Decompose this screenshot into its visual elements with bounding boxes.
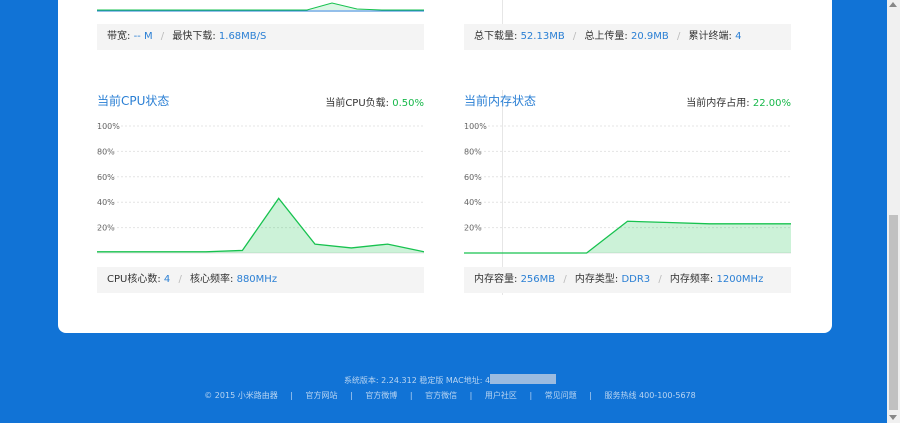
y-tick-label: 100%: [464, 122, 487, 131]
memory-usage-stat: 当前内存占用: 22.00%: [686, 94, 791, 109]
max-download-value: 1.68MB/S: [218, 31, 267, 42]
memory-chart: 100% 80% 60% 40% 20%: [464, 122, 791, 254]
scrollbar-thumb[interactable]: [889, 215, 898, 410]
y-tick-label: 60%: [464, 173, 482, 182]
separator: |: [589, 391, 592, 400]
series-area: [464, 221, 791, 253]
y-tick-label: 20%: [97, 224, 115, 233]
separator: |: [409, 391, 413, 400]
memory-panel-title: 当前内存状态: [464, 94, 537, 108]
separator: /: [160, 31, 165, 42]
bandwidth-value: -- M: [133, 31, 153, 42]
separator: |: [469, 391, 473, 400]
y-tick-label: 40%: [97, 198, 115, 207]
scroll-down-arrow-icon[interactable]: [889, 415, 897, 420]
cpu-load-label: 当前CPU负载:: [325, 98, 390, 109]
y-tick-label: 80%: [97, 147, 115, 156]
memory-info-bar: 内存容量: 256MB / 内存类型: DDR3 / 内存频率: 1200MHz: [464, 267, 791, 293]
cpu-load-stat: 当前CPU负载: 0.50%: [325, 94, 424, 109]
devices-value: 4: [735, 31, 742, 42]
cpu-cores-value: 4: [163, 274, 171, 285]
cpu-panel: 当前CPU状态 当前CPU负载: 0.50% 100% 80% 60% 40% 20% …: [97, 92, 424, 293]
link-official-weibo[interactable]: 官方微博: [365, 391, 397, 400]
y-tick-label: 20%: [464, 224, 482, 233]
separator: /: [658, 274, 662, 285]
y-tick-label: 40%: [464, 198, 482, 207]
bandwidth-label: 带宽:: [107, 31, 131, 42]
separator: |: [529, 391, 533, 400]
network-chart-remnant: [97, 2, 424, 12]
y-tick-label: 100%: [97, 122, 120, 131]
copyright: © 2015 小米路由器: [204, 391, 278, 400]
mac-redaction: [490, 374, 557, 384]
cpu-load-value: 0.50%: [392, 98, 424, 109]
separator: |: [350, 391, 353, 400]
separator: /: [563, 274, 567, 285]
separator: /: [178, 274, 182, 285]
total-upload-label: 总上传量:: [584, 31, 628, 42]
max-download-label: 最快下载:: [172, 31, 216, 42]
traffic-info-bar: 总下载量: 52.13MB / 总上传量: 20.9MB / 累计终端: 4: [464, 24, 791, 50]
cpu-freq-label: 核心频率:: [190, 274, 234, 285]
network-chart-line: [97, 2, 424, 11]
footer-system-info: 系统版本: 2.24.312 稳定版 MAC地址: 4: [0, 374, 900, 386]
separator: /: [572, 31, 577, 42]
scroll-up-arrow-icon[interactable]: [889, 2, 897, 7]
link-official-site[interactable]: 官方网站: [306, 391, 338, 400]
footer-links: © 2015 小米路由器 | 官方网站 | 官方微博 | 官方微信 | 用户社区…: [0, 390, 900, 401]
network-info-bar: 带宽: -- M / 最快下载: 1.68MB/S: [97, 24, 424, 50]
y-tick-label: 80%: [464, 147, 482, 156]
system-version: 系统版本: 2.24.312 稳定版: [343, 376, 444, 385]
y-tick-label: 60%: [97, 173, 115, 182]
devices-label: 累计终端:: [688, 31, 732, 42]
memory-type-label: 内存类型:: [574, 274, 619, 285]
total-download-label: 总下载量:: [474, 31, 518, 42]
mac-address: MAC地址: 4: [445, 376, 491, 385]
memory-freq-label: 内存频率:: [669, 274, 714, 285]
memory-freq-value: 1200MHz: [716, 274, 764, 285]
memory-usage-label: 当前内存占用:: [686, 98, 750, 109]
cpu-freq-value: 880MHz: [236, 274, 278, 285]
memory-type-value: DDR3: [621, 274, 651, 285]
cpu-info-bar: CPU核心数: 4 / 核心频率: 880MHz: [97, 267, 424, 293]
cpu-chart: 100% 80% 60% 40% 20%: [97, 122, 424, 254]
scrollbar[interactable]: [887, 0, 900, 423]
memory-panel: 当前内存状态 当前内存占用: 22.00% 100% 80% 60% 40% 20% 内…: [464, 92, 791, 293]
cpu-cores-label: CPU核心数:: [107, 274, 161, 285]
link-faq[interactable]: 常见问题: [545, 391, 577, 400]
memory-usage-value: 22.00%: [752, 98, 791, 109]
total-upload-value: 20.9MB: [631, 31, 669, 42]
link-official-wechat[interactable]: 官方微信: [425, 391, 457, 400]
separator: /: [676, 31, 681, 42]
cpu-panel-title: 当前CPU状态: [97, 94, 170, 108]
memory-capacity-value: 256MB: [520, 274, 556, 285]
service-hotline: 服务热线 400-100-5678: [604, 391, 696, 400]
link-community[interactable]: 用户社区: [485, 391, 517, 400]
memory-capacity-label: 内存容量:: [474, 274, 518, 285]
status-card: 带宽: -- M / 最快下载: 1.68MB/S 总下载量: 52.13MB …: [58, 0, 832, 333]
separator: |: [290, 391, 293, 400]
total-download-value: 52.13MB: [520, 31, 565, 42]
